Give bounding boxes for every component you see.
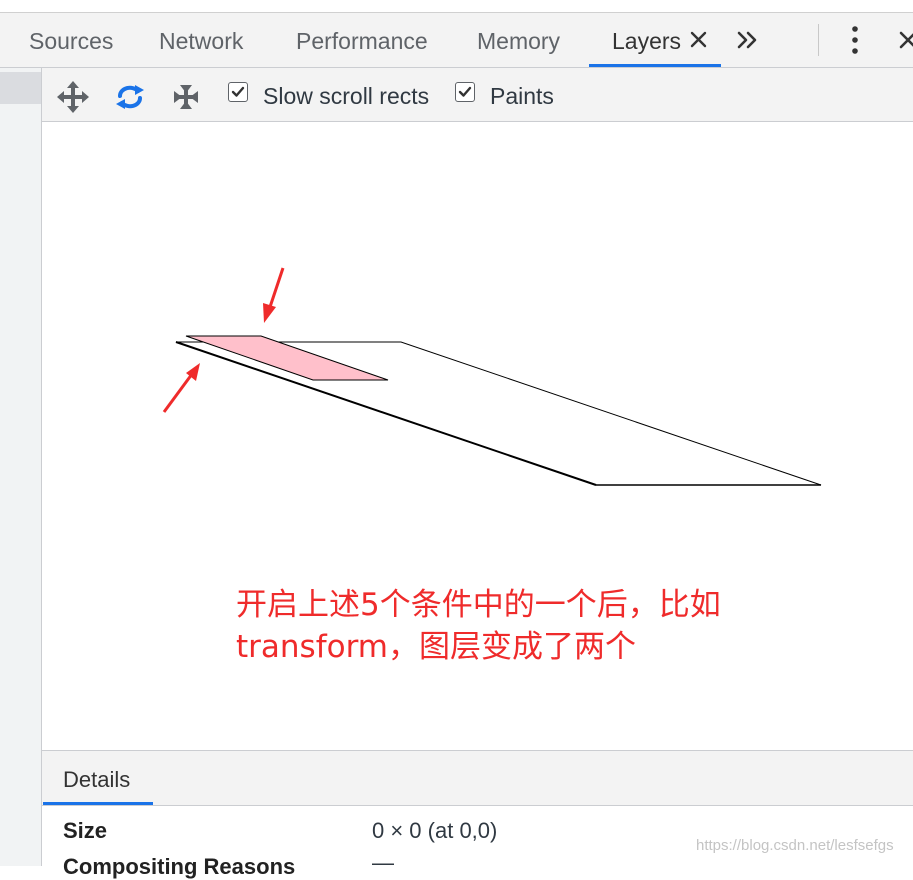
details-active-indicator <box>43 802 153 805</box>
window-top-edge <box>0 0 913 13</box>
layer-front-edge <box>175 341 597 486</box>
details-size-value: 0 × 0 (at 0,0) <box>372 818 498 843</box>
tab-details[interactable]: Details <box>63 751 130 805</box>
close-devtools-icon[interactable] <box>897 28 913 52</box>
slow-scroll-rects-checkbox[interactable] <box>228 82 248 102</box>
rotate-mode-icon[interactable] <box>113 80 147 114</box>
paints-checkbox[interactable] <box>455 82 475 102</box>
selected-layer-row[interactable] <box>0 72 41 104</box>
slow-scroll-rects-label[interactable]: Slow scroll rects <box>263 68 429 122</box>
active-tab-indicator <box>589 64 721 67</box>
details-tab-bar: Details <box>42 750 913 806</box>
details-size-key: Size <box>63 818 108 843</box>
annotation-line-1: 开启上述5个条件中的一个后，比如 <box>236 587 721 623</box>
layer-tree-panel <box>0 68 42 866</box>
reset-transform-icon[interactable] <box>169 80 203 114</box>
paints-label[interactable]: Paints <box>490 68 554 122</box>
pan-mode-icon[interactable] <box>56 80 90 114</box>
toolbar-divider <box>818 24 819 56</box>
tab-network[interactable]: Network <box>159 13 243 67</box>
panel-tab-bar: Sources Network Performance Memory Layer… <box>0 13 913 68</box>
watermark-text: https://blog.csdn.net/lesfsefgs <box>696 837 894 854</box>
close-tab-icon[interactable] <box>689 28 709 52</box>
annotation-line-2: transform，图层变成了两个 <box>236 629 636 665</box>
layer-highlighted-transform[interactable] <box>185 335 389 381</box>
details-compositing-key: Compositing Reasons <box>63 854 296 879</box>
more-tabs-icon[interactable] <box>734 27 762 53</box>
annotation-text: 开启上述5个条件中的一个后，比如 transform，图层变成了两个 <box>236 584 836 668</box>
tab-performance[interactable]: Performance <box>296 13 428 67</box>
tab-sources[interactable]: Sources <box>29 13 113 67</box>
annotation-arrow-top <box>263 267 285 323</box>
more-options-icon[interactable] <box>845 25 865 55</box>
details-compositing-value: — <box>372 850 394 875</box>
tab-layers[interactable]: Layers <box>612 13 681 67</box>
details-body: Size 0 × 0 (at 0,0) Compositing Reasons … <box>42 806 913 879</box>
layers-toolbar: Slow scroll rects Paints <box>42 68 913 122</box>
tab-memory[interactable]: Memory <box>477 13 560 67</box>
annotation-arrow-left <box>162 363 200 413</box>
layers-3d-viewport[interactable]: 开启上述5个条件中的一个后，比如 transform，图层变成了两个 <box>43 122 913 750</box>
